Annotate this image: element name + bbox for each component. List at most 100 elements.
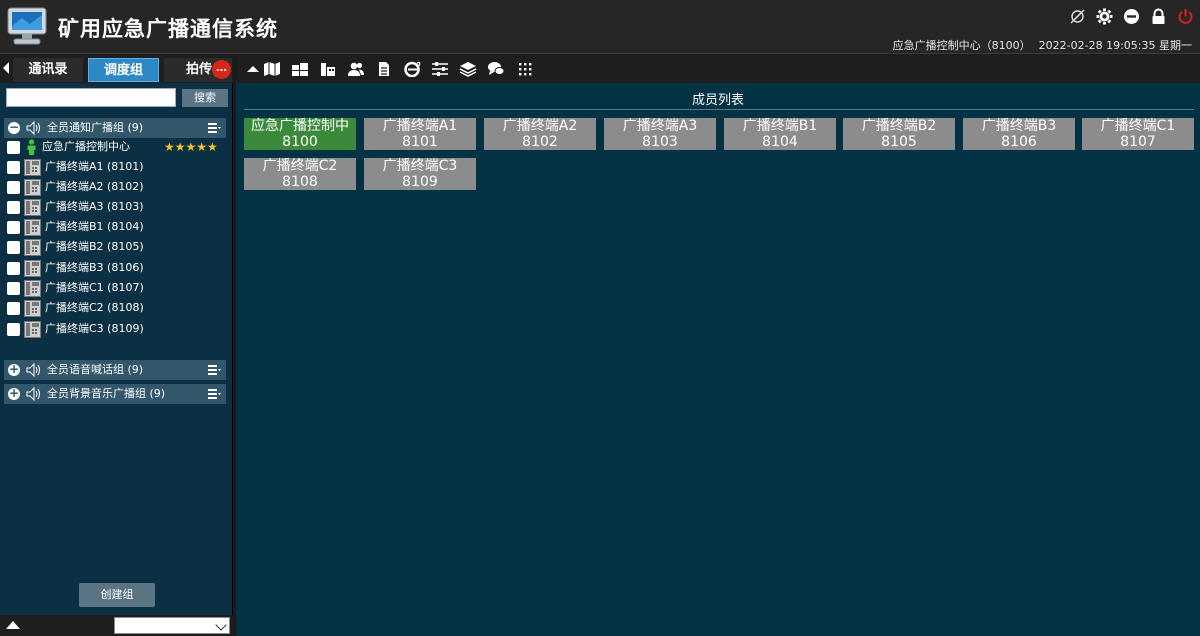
left-panel: 通讯录 调度组 拍传 … 搜索 − 全员通知广播组 (9) 应急广播控制中心 ★… bbox=[0, 55, 233, 636]
header-icons bbox=[1069, 7, 1194, 25]
group-header-voice-shout[interactable]: + 全员语音喊话组 (9) bbox=[4, 360, 226, 380]
list-item[interactable]: 广播终端B3 (8106) bbox=[0, 258, 232, 278]
layers-icon[interactable] bbox=[459, 61, 477, 77]
grid-icon[interactable] bbox=[516, 61, 534, 77]
member-name: 广播终端A1 (8101) bbox=[45, 160, 144, 173]
tab-scroll-left-icon[interactable] bbox=[3, 62, 9, 74]
member-checkbox[interactable] bbox=[7, 221, 20, 234]
map-book-icon[interactable] bbox=[263, 61, 281, 77]
power-icon[interactable] bbox=[1177, 8, 1194, 25]
computer-logo-icon bbox=[7, 7, 47, 45]
member-name: 广播终端B3 (8106) bbox=[45, 261, 144, 274]
member-checkbox[interactable] bbox=[7, 201, 20, 214]
more-badge-icon[interactable]: … bbox=[212, 60, 231, 79]
gear-icon[interactable] bbox=[1096, 8, 1113, 25]
search-input[interactable] bbox=[6, 88, 176, 107]
app-title: 矿用应急广播通信系统 bbox=[58, 17, 278, 41]
list-item[interactable]: 广播终端A2 (8102) bbox=[0, 177, 232, 197]
group-menu-icon[interactable] bbox=[208, 123, 221, 133]
member-checkbox[interactable] bbox=[7, 282, 20, 295]
member-tile[interactable]: 应急广播控制中 8100 bbox=[244, 118, 356, 150]
lock-icon[interactable] bbox=[1150, 8, 1167, 25]
rating-stars: ★★★★★ bbox=[164, 140, 218, 154]
collapse-arrow-icon[interactable] bbox=[244, 61, 262, 77]
member-tile-number: 8103 bbox=[642, 134, 678, 150]
list-item[interactable]: 广播终端B2 (8105) bbox=[0, 237, 232, 257]
member-checkbox[interactable] bbox=[7, 141, 20, 154]
person-icon bbox=[27, 139, 36, 155]
datetime: 2022-02-28 19:05:35 星期一 bbox=[1038, 39, 1192, 52]
sliders-icon[interactable] bbox=[431, 61, 449, 77]
member-tile[interactable]: 广播终端B1 8104 bbox=[724, 118, 836, 150]
list-item[interactable]: 广播终端C1 (8107) bbox=[0, 278, 232, 298]
member-tile[interactable]: 广播终端A3 8103 bbox=[604, 118, 716, 150]
member-tile[interactable]: 广播终端A2 8102 bbox=[484, 118, 596, 150]
member-name: 广播终端C1 (8107) bbox=[45, 281, 144, 294]
document-icon[interactable] bbox=[375, 61, 393, 77]
speaker-icon bbox=[26, 363, 40, 377]
member-checkbox[interactable] bbox=[7, 302, 20, 315]
member-tile[interactable]: 广播终端B2 8105 bbox=[843, 118, 955, 150]
browser-icon[interactable] bbox=[403, 61, 421, 77]
bottom-select[interactable] bbox=[114, 617, 230, 634]
list-item[interactable]: 广播终端A3 (8103) bbox=[0, 197, 232, 217]
create-group-button[interactable]: 创建组 bbox=[79, 583, 155, 607]
collapse-up-icon[interactable] bbox=[6, 621, 20, 629]
list-item[interactable]: 广播终端B1 (8104) bbox=[0, 217, 232, 237]
list-item[interactable]: 广播终端A1 (8101) bbox=[0, 157, 232, 177]
member-tile-name: 广播终端B3 bbox=[981, 118, 1057, 134]
member-tile[interactable]: 广播终端A1 8101 bbox=[364, 118, 476, 150]
member-checkbox[interactable] bbox=[7, 323, 20, 336]
member-name: 广播终端B2 (8105) bbox=[45, 240, 144, 253]
member-tile-number: 8102 bbox=[522, 134, 558, 150]
member-checkbox[interactable] bbox=[7, 262, 20, 275]
group-header-all-notify[interactable]: − 全员通知广播组 (9) bbox=[4, 118, 226, 138]
divider bbox=[244, 109, 1194, 110]
tab-contacts[interactable]: 通讯录 bbox=[13, 58, 83, 82]
windows-icon[interactable] bbox=[291, 61, 309, 77]
terminal-phone-icon bbox=[24, 239, 41, 256]
building-icon[interactable] bbox=[319, 61, 337, 77]
group-header-background-music[interactable]: + 全员背景音乐广播组 (9) bbox=[4, 384, 226, 404]
tab-photo-transfer[interactable]: 拍传 … bbox=[164, 58, 232, 82]
member-name: 广播终端B1 (8104) bbox=[45, 220, 144, 233]
list-item[interactable]: 应急广播控制中心 ★★★★★ bbox=[0, 137, 232, 157]
member-tile-number: 8100 bbox=[282, 134, 318, 150]
terminal-phone-icon bbox=[24, 219, 41, 236]
member-tile-name: 广播终端C3 bbox=[382, 158, 458, 174]
member-tile-name: 广播终端B1 bbox=[742, 118, 818, 134]
member-checkbox[interactable] bbox=[7, 181, 20, 194]
member-tile-number: 8105 bbox=[881, 134, 917, 150]
member-checkbox[interactable] bbox=[7, 241, 20, 254]
minimize-icon[interactable] bbox=[1123, 8, 1140, 25]
speaker-icon bbox=[26, 387, 40, 401]
member-tile-name: 广播终端B2 bbox=[861, 118, 937, 134]
group-label: 全员语音喊话组 (9) bbox=[47, 363, 144, 376]
users-icon[interactable] bbox=[347, 61, 365, 77]
no-link-icon[interactable] bbox=[1069, 8, 1086, 25]
tab-dispatch-groups[interactable]: 调度组 bbox=[88, 58, 159, 82]
search-button[interactable]: 搜索 bbox=[182, 89, 228, 107]
terminal-phone-icon bbox=[24, 260, 41, 277]
member-tile[interactable]: 广播终端C2 8108 bbox=[244, 158, 356, 190]
group-menu-icon[interactable] bbox=[208, 389, 221, 399]
member-tile[interactable]: 广播终端B3 8106 bbox=[963, 118, 1075, 150]
expand-icon[interactable]: + bbox=[8, 387, 20, 400]
speaker-icon bbox=[26, 121, 40, 135]
list-item[interactable]: 广播终端C2 (8108) bbox=[0, 298, 232, 318]
member-tile[interactable]: 广播终端C1 8107 bbox=[1082, 118, 1194, 150]
collapse-icon[interactable]: − bbox=[8, 121, 20, 134]
member-tile-number: 8106 bbox=[1001, 134, 1037, 150]
group-menu-icon[interactable] bbox=[208, 365, 221, 375]
terminal-phone-icon bbox=[24, 280, 41, 297]
terminal-phone-icon bbox=[24, 300, 41, 317]
terminal-phone-icon bbox=[24, 199, 41, 216]
member-tile[interactable]: 广播终端C3 8109 bbox=[364, 158, 476, 190]
member-tile-number: 8109 bbox=[402, 174, 438, 190]
member-checkbox[interactable] bbox=[7, 161, 20, 174]
expand-icon[interactable]: + bbox=[8, 363, 20, 376]
terminal-phone-icon bbox=[24, 179, 41, 196]
list-item[interactable]: 广播终端C3 (8109) bbox=[0, 319, 232, 339]
chat-icon[interactable] bbox=[487, 61, 505, 77]
tab-bar: 通讯录 调度组 拍传 … bbox=[0, 55, 233, 83]
